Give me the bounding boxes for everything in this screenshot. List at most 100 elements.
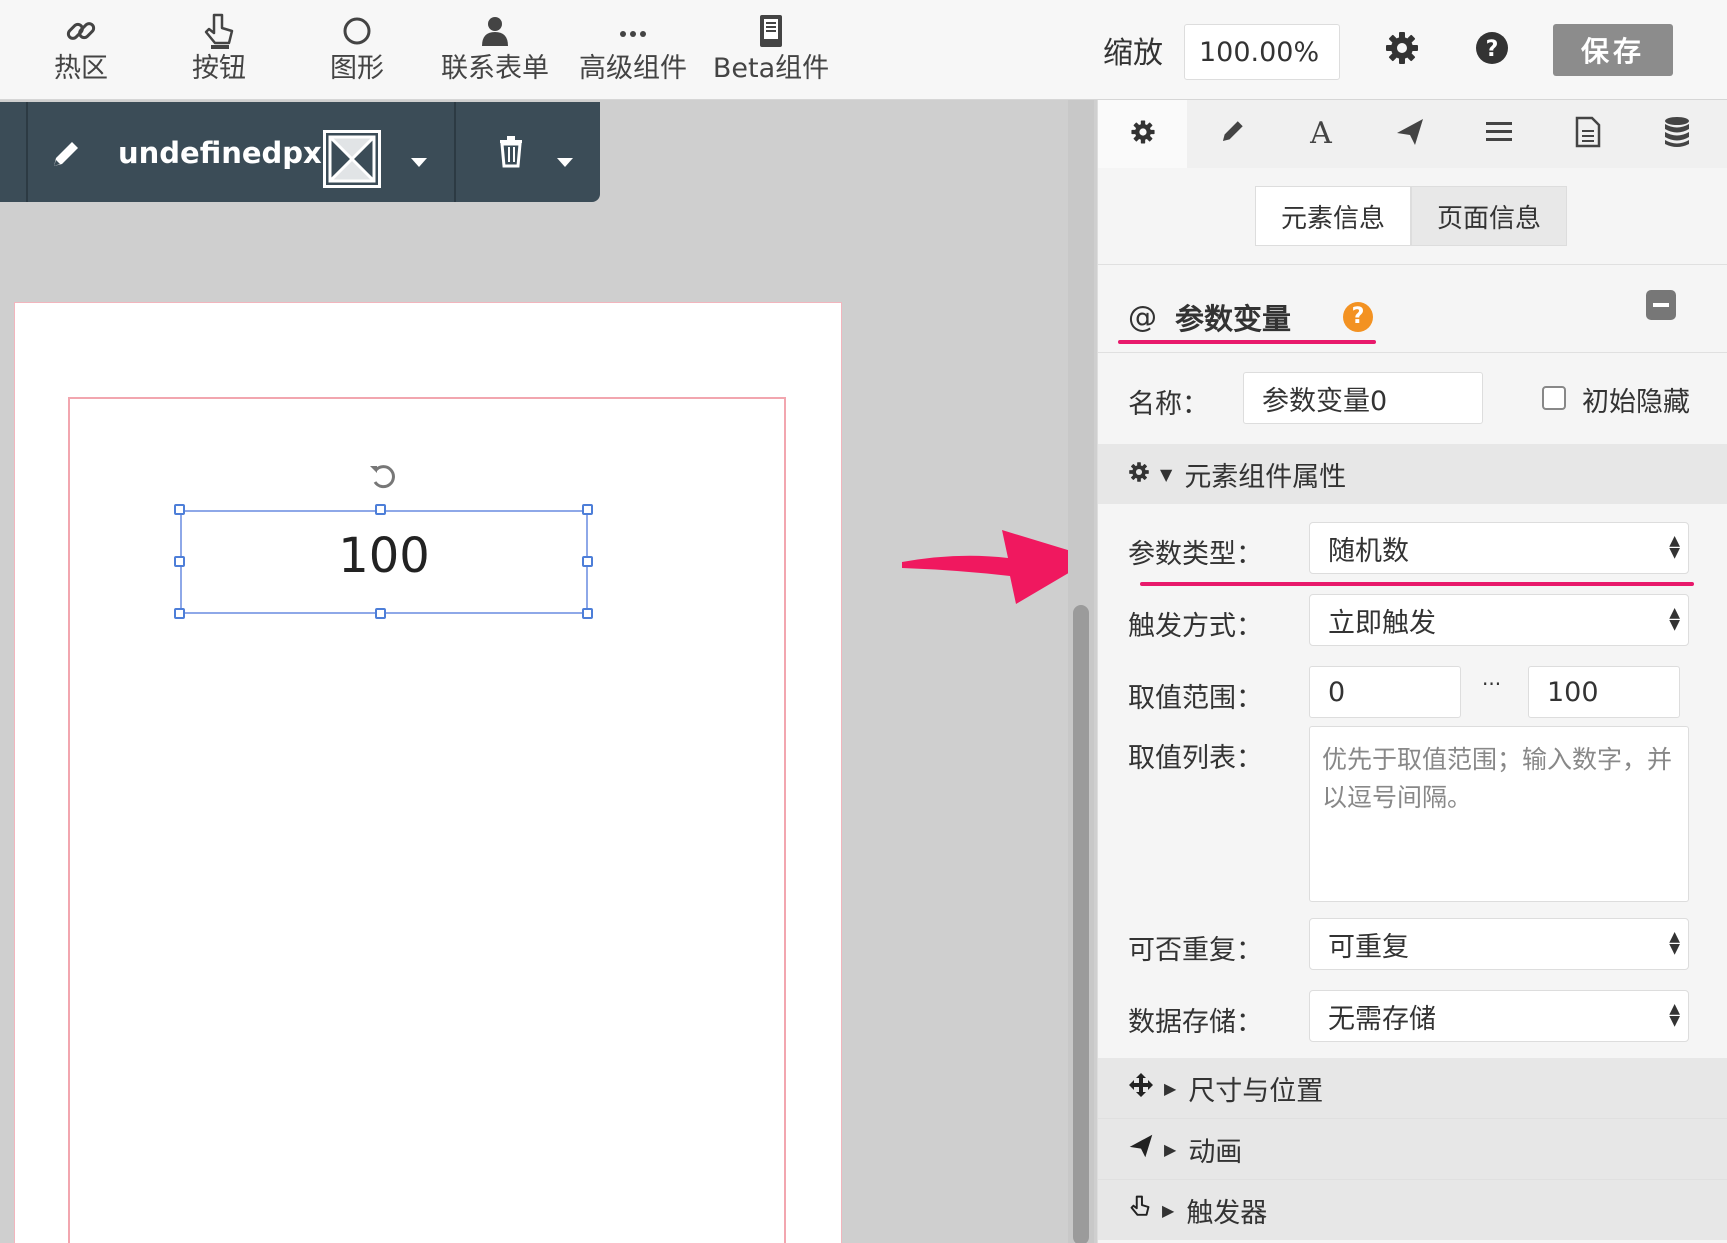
panel-tabs: A [1098, 100, 1727, 168]
pointer-icon [154, 8, 284, 52]
canvas-scroll-thumb[interactable] [1073, 605, 1089, 1243]
more-icon [568, 8, 698, 52]
trigger-label: 触发方式： [1128, 611, 1263, 642]
caret-right-icon: ▶ [1164, 1078, 1177, 1098]
send-icon [1128, 1133, 1154, 1166]
trigger-value: 立即触发 [1328, 607, 1436, 639]
tool-beta[interactable]: Beta组件 [706, 8, 836, 96]
pencil-icon [1218, 118, 1246, 150]
select-arrows-icon: ▲ ▼ [1669, 533, 1680, 561]
param-type-label: 参数类型： [1128, 539, 1263, 570]
save-button[interactable]: 保存 [1553, 24, 1673, 76]
gear-icon [1130, 119, 1156, 149]
divider [1098, 352, 1727, 353]
caret-right-icon: ▶ [1164, 1139, 1177, 1159]
tool-shape[interactable]: 图形 [292, 8, 422, 96]
tool-label: 联系表单 [441, 53, 549, 84]
tool-advanced[interactable]: 高级组件 [568, 8, 698, 96]
chevron-down-icon[interactable] [556, 154, 574, 173]
at-sign: @ [1128, 300, 1157, 334]
tab-data[interactable] [1632, 100, 1721, 168]
group-label: 尺寸与位置 [1188, 1075, 1324, 1107]
group-label: 触发器 [1186, 1197, 1268, 1229]
tab-font[interactable]: A [1276, 100, 1365, 168]
storage-select[interactable]: 无需存储 ▲ ▼ [1309, 990, 1689, 1042]
chevron-down-icon[interactable] [410, 154, 428, 173]
gear-icon [1128, 459, 1150, 490]
name-field[interactable]: 参数变量0 [1243, 372, 1483, 424]
group-size-position[interactable]: ▶ 尺寸与位置 [1098, 1058, 1727, 1118]
tool-hotspot[interactable]: 热区 [16, 8, 146, 96]
pencil-icon[interactable] [48, 138, 82, 176]
tab-settings[interactable] [1098, 100, 1187, 168]
toolbar-divider [454, 102, 456, 202]
zoom-input[interactable] [1184, 24, 1340, 80]
section-title: @ 参数变量 ? [1128, 296, 1374, 338]
group-component-properties[interactable]: ▼ 元素组件属性 [1098, 444, 1727, 504]
resize-handle[interactable] [174, 504, 185, 515]
tool-button[interactable]: 按钮 [154, 8, 284, 96]
initial-hidden-checkbox[interactable] [1542, 386, 1566, 410]
help-icon[interactable]: ? [1474, 30, 1514, 70]
tool-label: 高级组件 [579, 53, 687, 84]
tab-element-info[interactable]: 元素信息 [1255, 186, 1411, 246]
range-max-input[interactable]: 100 [1528, 666, 1680, 718]
border-color-swatch[interactable] [323, 130, 381, 188]
tool-label: 按钮 [192, 53, 246, 84]
settings-gear-icon[interactable] [1384, 30, 1424, 70]
trash-icon[interactable] [496, 134, 526, 172]
document-icon [1575, 116, 1601, 152]
resize-handle[interactable] [375, 504, 386, 515]
collapse-icon[interactable] [1646, 290, 1676, 320]
border-size-text[interactable]: undefinedpx [118, 136, 322, 170]
value-list-textarea[interactable]: 优先于取值范围；输入数字，并以逗号间隔。 [1309, 726, 1689, 902]
resize-handle[interactable] [582, 556, 593, 567]
property-panel: A 元素信息 页面信息 @ 参数变量 ? 名称： 参数变量0 初始隐藏 ▼ 元素… [1097, 100, 1727, 1243]
list-icon [1485, 120, 1513, 148]
toolbar-divider [26, 102, 28, 202]
trigger-select[interactable]: 立即触发 ▲ ▼ [1309, 594, 1689, 646]
top-toolbar: 热区 按钮 图形 联系表单 高级组件 Beta组件 缩放 100.00% ? 保… [0, 0, 1727, 100]
group-animation[interactable]: ▶ 动画 [1098, 1119, 1727, 1179]
caret-right-icon: ▶ [1162, 1200, 1175, 1220]
resize-handle[interactable] [582, 504, 593, 515]
resize-handle[interactable] [375, 608, 386, 619]
svg-text:A: A [1309, 117, 1332, 147]
rotate-icon[interactable] [366, 458, 400, 496]
tab-page[interactable] [1543, 100, 1632, 168]
caret-down-icon: ▼ [1160, 464, 1173, 484]
resize-handle[interactable] [174, 608, 185, 619]
highlight-underline [1140, 582, 1694, 586]
tab-page-info[interactable]: 页面信息 [1411, 186, 1567, 246]
param-type-select[interactable]: 随机数 ▲ ▼ [1309, 522, 1689, 574]
zoom-label: 缩放 [1103, 36, 1163, 71]
storage-value: 无需存储 [1328, 1003, 1436, 1035]
link-icon [16, 8, 146, 52]
resize-handle[interactable] [582, 608, 593, 619]
resize-handle[interactable] [174, 556, 185, 567]
app-root: 热区 按钮 图形 联系表单 高级组件 Beta组件 缩放 100.00% ? 保… [0, 0, 1727, 1243]
initial-hidden-label: 初始隐藏 [1582, 387, 1690, 418]
param-type-value: 随机数 [1328, 535, 1409, 567]
element-text: 100 [338, 528, 430, 584]
tab-list[interactable] [1454, 100, 1543, 168]
move-icon [1128, 1072, 1154, 1105]
tool-contact-form[interactable]: 联系表单 [430, 8, 560, 96]
range-min-input[interactable]: 0 [1309, 666, 1461, 718]
tab-animation[interactable] [1365, 100, 1454, 168]
name-label: 名称： [1128, 389, 1209, 420]
tablet-icon [706, 8, 836, 52]
highlight-underline [1118, 340, 1376, 344]
send-icon [1395, 117, 1425, 151]
group-label: 元素组件属性 [1184, 461, 1347, 493]
section-title-text: 参数变量 [1175, 302, 1292, 336]
range-label: 取值范围： [1128, 683, 1263, 714]
tab-style[interactable] [1187, 100, 1276, 168]
group-triggers[interactable]: ▶ 触发器 [1098, 1180, 1727, 1240]
database-icon [1663, 116, 1691, 152]
value-list-label: 取值列表： [1128, 743, 1263, 774]
repeat-select[interactable]: 可重复 ▲ ▼ [1309, 918, 1689, 970]
repeat-label: 可否重复： [1128, 935, 1263, 966]
help-icon[interactable]: ? [1343, 302, 1374, 332]
group-label: 动画 [1188, 1136, 1243, 1168]
